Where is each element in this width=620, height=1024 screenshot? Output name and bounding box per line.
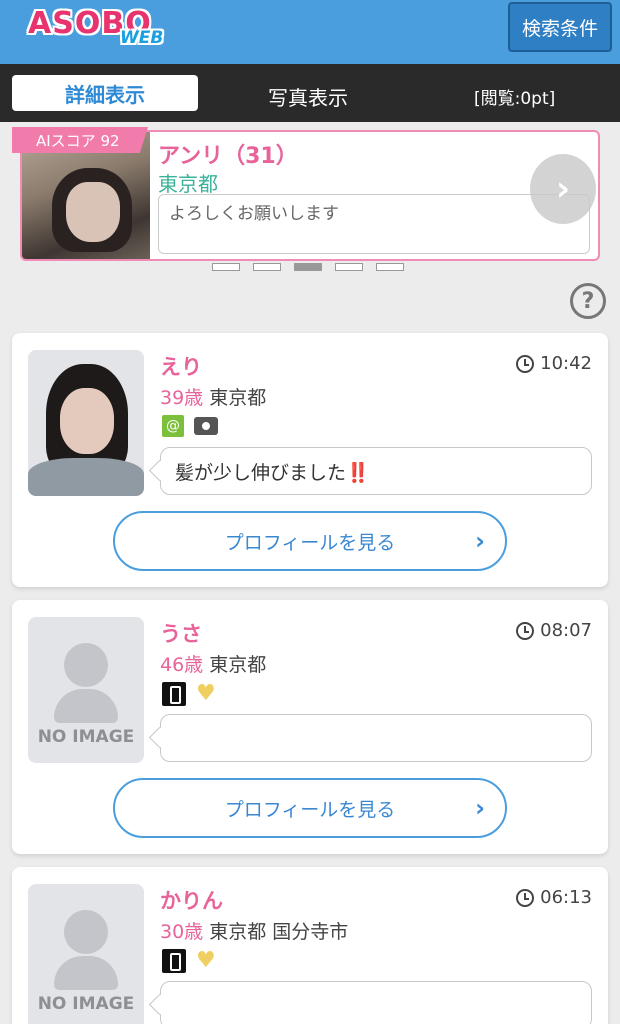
photo-face-blurred	[60, 388, 114, 454]
logo-sub-text: WEB	[120, 28, 164, 48]
login-time-value: 06:13	[540, 887, 592, 908]
featured-user-area: 東京都	[158, 172, 218, 196]
user-age: 30歳	[160, 921, 204, 943]
login-time-value: 08:07	[540, 620, 592, 641]
user-name: うさ	[160, 622, 202, 646]
ai-score-badge: AIスコア 92	[12, 127, 148, 153]
phone-icon	[162, 682, 186, 706]
view-profile-button[interactable]: プロフィールを見る ›	[113, 511, 507, 571]
user-message-bubble: 髪が少し伸びました‼️	[160, 447, 592, 495]
view-tabs: 詳細表示 写真表示 [閲覧:0pt]	[0, 64, 620, 122]
clock-icon	[516, 888, 535, 907]
app-header: ASOBO WEB 検索条件	[0, 0, 620, 64]
user-card[interactable]: NO IMAGE かりん 06:13 30歳 東京都 国分寺市 ♥	[12, 867, 608, 1024]
user-name: かりん	[160, 889, 223, 913]
user-card[interactable]: えり 10:42 39歳 東京都 @ 髪が少し伸びました‼️ プロフィールを見る…	[12, 333, 608, 587]
user-meta: 39歳 東京都	[160, 383, 266, 410]
user-area: 東京都 国分寺市	[209, 921, 349, 943]
user-feature-icons: @	[162, 415, 218, 437]
no-image-avatar[interactable]: NO IMAGE	[28, 617, 144, 763]
user-area: 東京都	[209, 387, 267, 409]
search-conditions-button[interactable]: 検索条件	[508, 2, 612, 52]
view-profile-label: プロフィールを見る	[224, 798, 396, 821]
carousel-dot[interactable]	[335, 263, 363, 271]
user-photo[interactable]	[28, 350, 144, 496]
help-icon[interactable]: ?	[570, 283, 606, 319]
login-time: 06:13	[516, 887, 592, 908]
user-message-bubble	[160, 981, 592, 1024]
clock-icon	[516, 354, 535, 373]
user-feature-icons: ♥	[162, 949, 222, 973]
heart-icon: ♥	[196, 681, 216, 706]
featured-user-message: よろしくお願いします	[158, 194, 590, 254]
user-message-text: 髪が少し伸びました	[175, 462, 347, 484]
user-area: 東京都	[209, 654, 267, 676]
login-time: 10:42	[516, 353, 592, 374]
no-image-label: NO IMAGE	[37, 727, 135, 747]
view-profile-label: プロフィールを見る	[224, 531, 396, 554]
person-placeholder-body	[54, 956, 118, 990]
carousel-dot[interactable]	[253, 263, 281, 271]
chevron-right-icon[interactable]: ›	[530, 154, 596, 224]
user-card[interactable]: NO IMAGE うさ 08:07 46歳 東京都 ♥ プロフィールを見る ›	[12, 600, 608, 854]
login-time: 08:07	[516, 620, 592, 641]
person-placeholder-icon	[64, 643, 108, 687]
asobo-web-logo[interactable]: ASOBO WEB	[28, 6, 168, 54]
tab-photo-view[interactable]: 写真表示	[268, 82, 348, 111]
photo-body	[28, 458, 144, 496]
phone-icon	[162, 949, 186, 973]
clock-icon	[516, 621, 535, 640]
user-meta: 46歳 東京都	[160, 650, 266, 677]
person-placeholder-body	[54, 689, 118, 723]
heart-icon: ♥	[196, 948, 216, 973]
user-meta: 30歳 東京都 国分寺市	[160, 917, 348, 944]
user-name: えり	[160, 355, 202, 379]
viewing-points: [閲覧:0pt]	[474, 89, 556, 109]
camera-icon	[194, 417, 218, 435]
no-image-avatar[interactable]: NO IMAGE	[28, 884, 144, 1024]
user-age: 39歳	[160, 387, 204, 409]
carousel-dots	[212, 263, 404, 271]
featured-user-name: アンリ（31）	[158, 144, 298, 169]
carousel-dot[interactable]	[212, 263, 240, 271]
double-exclamation-icon: ‼️	[346, 462, 370, 484]
photo-face-blurred	[66, 182, 120, 242]
login-time-value: 10:42	[540, 353, 592, 374]
view-profile-button[interactable]: プロフィールを見る ›	[113, 778, 507, 838]
user-feature-icons: ♥	[162, 682, 222, 706]
chevron-right-icon: ›	[475, 527, 485, 555]
chevron-right-icon: ›	[475, 794, 485, 822]
carousel-dot-active[interactable]	[294, 263, 322, 271]
tab-detail-view[interactable]: 詳細表示	[12, 75, 198, 111]
person-placeholder-icon	[64, 910, 108, 954]
carousel-dot[interactable]	[376, 263, 404, 271]
user-message-bubble	[160, 714, 592, 762]
user-age: 46歳	[160, 654, 204, 676]
no-image-label: NO IMAGE	[37, 994, 135, 1014]
mail-icon: @	[162, 415, 184, 437]
